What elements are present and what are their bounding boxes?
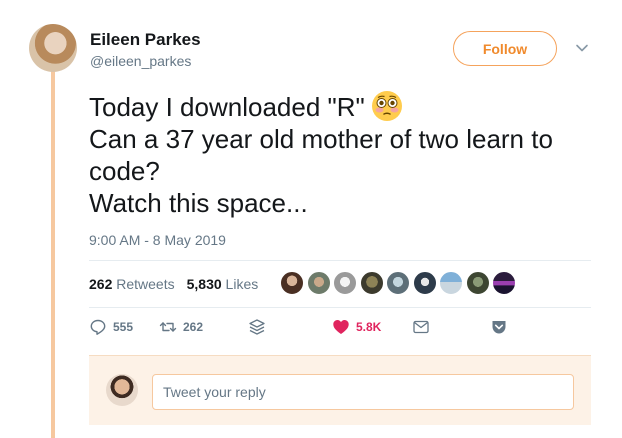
like-button[interactable]: 5.8K [332,318,381,336]
author-name[interactable]: Eileen Parkes [90,30,201,50]
like-stat[interactable]: 5,830 Likes [187,276,259,292]
liker-avatar[interactable] [306,271,331,295]
reply-button[interactable]: 555 [89,318,133,336]
author-handle[interactable]: @eileen_parkes [90,53,191,69]
layers-icon [249,319,265,335]
follow-button[interactable]: Follow [453,31,557,66]
tweet-text: Today I downloaded "R" Can a 37 year old… [89,90,609,219]
retweet-count: 262 [89,276,113,292]
retweet-icon [159,322,177,332]
like-stat-label: Likes [225,276,259,292]
tweet-line: code? [89,156,160,186]
tweet-stats: 262 Retweets 5,830 Likes [89,276,258,292]
current-user-avatar [106,374,138,406]
retweet-action-count: 262 [183,320,204,334]
retweet-stat[interactable]: 262 Retweets [89,276,175,292]
reply-icon [90,319,106,335]
liker-avatar[interactable] [280,271,304,295]
likers-avatar-list [280,271,519,295]
author-avatar[interactable] [29,24,77,72]
like-action-count: 5.8K [356,320,382,334]
pocket-icon [492,321,506,334]
divider [89,307,591,308]
reply-count: 555 [113,320,134,334]
heart-icon [333,320,349,334]
liker-avatar[interactable] [465,271,490,295]
liker-avatar[interactable] [333,271,357,295]
tweet-timestamp[interactable]: 9:00 AM - 8 May 2019 [89,232,226,248]
liker-avatar[interactable] [386,271,410,295]
flushed-face-emoji-icon [371,91,402,121]
reply-composer: Tweet your reply [89,355,591,425]
thread-connector-line [51,68,55,438]
tweet-line: Can a 37 year old mother of two learn to [89,124,553,154]
retweet-button[interactable]: 262 [159,318,203,336]
direct-message-button[interactable] [412,318,430,336]
like-count: 5,830 [186,276,222,292]
liker-avatar[interactable] [492,271,516,295]
pocket-button[interactable] [490,318,508,336]
tweet-line: Watch this space... [89,188,308,218]
liker-avatar[interactable] [359,271,384,295]
liker-avatar[interactable] [439,271,463,295]
envelope-icon [413,320,429,334]
stack-button[interactable] [248,318,266,336]
liker-avatar[interactable] [412,271,437,295]
tweet-line: Today I downloaded "R" [89,92,365,122]
chevron-down-icon[interactable] [574,40,590,56]
reply-input[interactable]: Tweet your reply [152,374,574,410]
divider [89,260,591,261]
retweet-stat-label: Retweets [116,276,175,292]
